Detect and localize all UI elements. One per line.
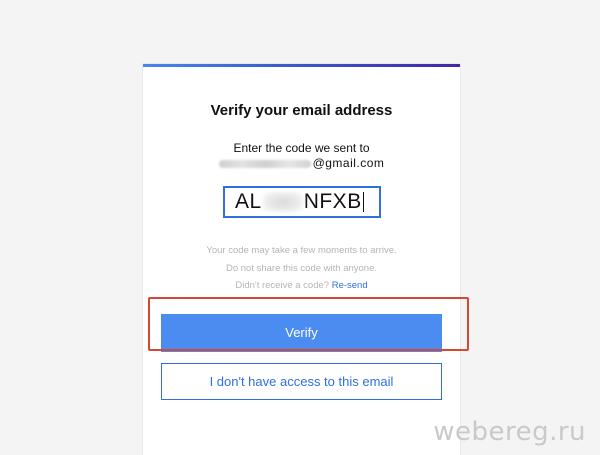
verification-code-input[interactable]: AL NFXB [223, 186, 381, 218]
code-suffix: NFXB [303, 190, 362, 213]
card-accent-bar [143, 64, 460, 67]
text-caret [362, 192, 364, 213]
code-prompt: Enter the code we sent to [233, 141, 370, 155]
email-redacted [218, 159, 311, 168]
code-value: AL NFXB [235, 190, 364, 214]
verify-email-card: Verify your email address Enter the code… [143, 64, 460, 455]
code-redacted [262, 192, 303, 213]
resend-link[interactable]: Re-send [332, 280, 368, 291]
email-address: @gmail.com [143, 156, 460, 170]
watermark: webereg.ru [433, 417, 586, 447]
highlight-annotation [148, 297, 469, 351]
code-prefix: AL [235, 190, 262, 213]
page: Verify your email address Enter the code… [0, 0, 600, 455]
dialog-title: Verify your email address [210, 102, 393, 119]
email-domain: @gmail.com [312, 156, 385, 170]
hint-resend-row: Didn't receive a code? Re-send [143, 280, 460, 291]
hint-no-code: Didn't receive a code? [235, 280, 330, 291]
hint-do-not-share: Do not share this code with anyone. [225, 263, 378, 274]
hint-arrival: Your code may take a few moments to arri… [206, 245, 397, 256]
no-access-button[interactable]: I don't have access to this email [161, 363, 442, 400]
